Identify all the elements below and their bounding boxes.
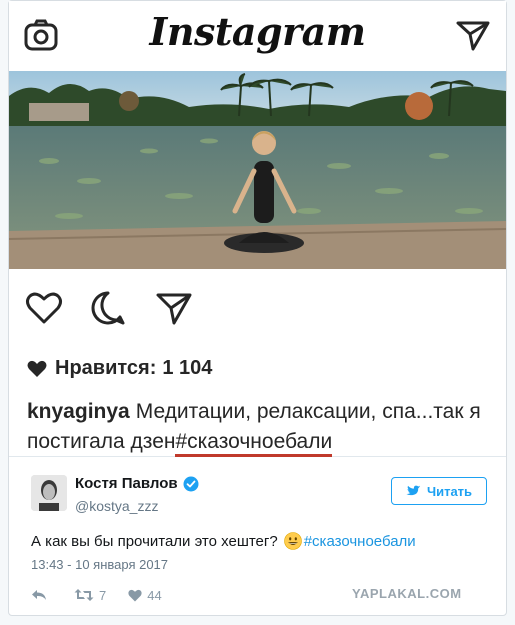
verified-badge-icon <box>183 476 199 491</box>
embedded-tweet-card: Instagram Нравится: 1 104 knyaginya Меди… <box>8 0 507 616</box>
retweet-count: 7 <box>99 587 107 603</box>
heart-filled-icon <box>27 360 47 377</box>
reply-icon <box>32 590 46 600</box>
author-name-link[interactable]: Костя Павлов <box>75 475 199 492</box>
instagram-post-image[interactable]: Instagram Нравится: 1 104 knyaginya Меди… <box>9 1 506 457</box>
smiley-emoji-icon <box>283 532 302 550</box>
retweet-button[interactable]: 7 <box>74 588 106 603</box>
reply-button[interactable] <box>31 588 52 602</box>
tweet-hashtag-link[interactable]: #сказочноебали <box>304 533 416 550</box>
comment-icon <box>91 291 125 325</box>
likes-count: 1 104 <box>162 357 213 379</box>
tweet-body: А как вы бы прочитали это хештег? <box>31 532 278 550</box>
tweet-text: А как вы бы прочитали это хештег? #сказо… <box>31 532 416 550</box>
twitter-bird-icon <box>406 485 421 495</box>
instagram-logo: Instagram <box>149 9 366 54</box>
avatar[interactable] <box>31 475 67 511</box>
post-photo <box>9 71 506 269</box>
heart-icon <box>26 292 62 324</box>
caption-hashtag: #сказочноебали <box>175 430 333 457</box>
tweet-timestamp[interactable]: 13:43 - 10 января 2017 <box>31 557 168 572</box>
follow-button[interactable]: Читать <box>391 477 487 505</box>
author-name: Костя Павлов <box>75 475 178 492</box>
likes-line: Нравится: 1 104 <box>27 357 212 380</box>
retweet-icon <box>74 589 94 601</box>
instagram-actions <box>9 281 506 331</box>
like-button[interactable]: 44 <box>128 587 162 603</box>
caption-username: knyaginya <box>27 400 130 423</box>
like-count: 44 <box>147 587 162 603</box>
likes-label: Нравится: <box>55 357 157 379</box>
share-icon <box>156 293 192 325</box>
camera-icon <box>24 19 58 51</box>
author-handle[interactable]: @kostya_zzz <box>75 498 158 514</box>
direct-message-icon <box>456 21 490 51</box>
watermark: YAPLAKAL.COM <box>352 586 462 601</box>
tweet-actions: 7 44 <box>31 585 184 605</box>
instagram-header: Instagram <box>9 1 506 71</box>
follow-button-label: Читать <box>426 483 473 499</box>
post-caption: knyaginya Медитации, релаксации, спа...та… <box>27 397 497 457</box>
like-heart-icon <box>128 589 142 601</box>
